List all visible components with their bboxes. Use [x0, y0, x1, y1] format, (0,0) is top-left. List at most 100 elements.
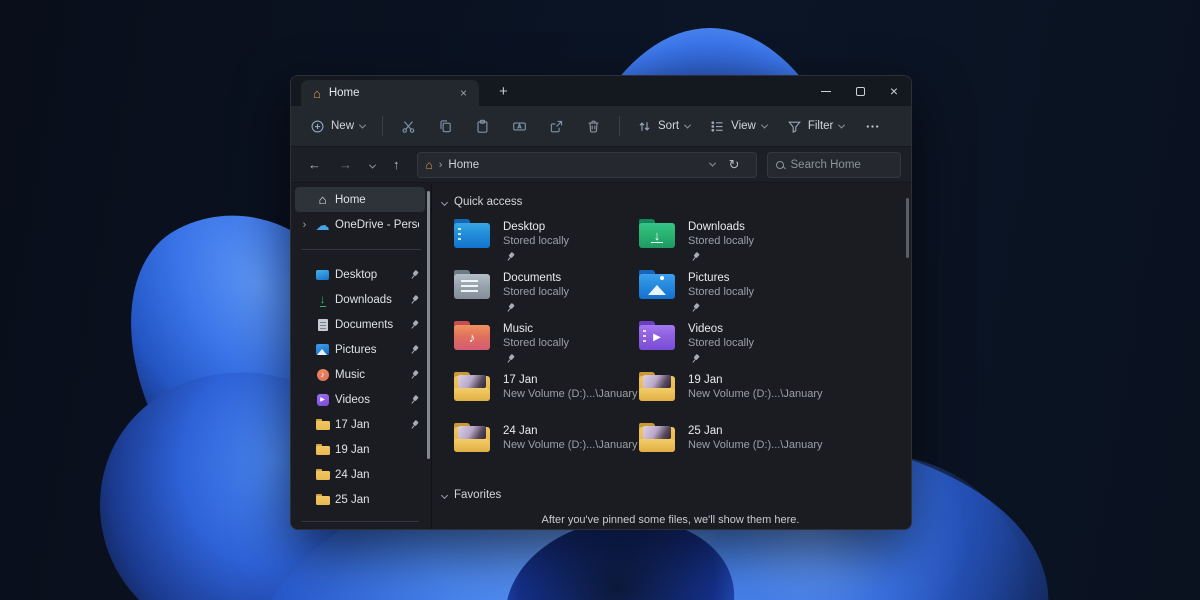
chevron-down-icon [440, 491, 449, 499]
section-quick-access[interactable]: Quick access [440, 193, 911, 211]
tab-home[interactable]: ⌂ Home × [301, 80, 479, 106]
search-icon [775, 160, 784, 169]
paste-icon[interactable] [465, 113, 500, 140]
sidebar-item-label: Downloads [335, 293, 392, 306]
new-button[interactable]: New [301, 113, 374, 140]
more-options-button[interactable] [855, 113, 890, 140]
pin-icon [688, 301, 702, 315]
documents-icon [314, 317, 331, 332]
tile-subtitle: Stored locally [503, 286, 570, 298]
chevron-down-icon [760, 121, 768, 129]
tile-title: Pictures [688, 272, 730, 284]
tile-music[interactable]: ♪ Music Stored locally [454, 321, 639, 365]
pin-icon [407, 342, 421, 356]
pin-icon [407, 267, 421, 281]
section-favorites[interactable]: Favorites [440, 486, 911, 504]
maximize-button[interactable] [843, 76, 877, 106]
view-button[interactable]: View [701, 113, 776, 140]
tile-text: 24 Jan New Volume (D:)...\January [503, 423, 638, 452]
sidebar-item-onedrive-personal[interactable]: › ☁ OneDrive - Personal [295, 212, 425, 237]
sort-button[interactable]: Sort [628, 113, 699, 140]
search-input[interactable] [790, 158, 892, 171]
music-folder-icon: ♪ [454, 321, 490, 350]
tile-17-jan[interactable]: 17 Jan New Volume (D:)...\January [454, 372, 639, 416]
sidebar-item-label: Home [335, 193, 366, 206]
sidebar-item-label: Documents [335, 318, 394, 331]
sidebar-item-label: OneDrive - Personal [335, 218, 419, 231]
tile-title: Videos [688, 323, 723, 335]
recent-locations-button[interactable] [363, 154, 382, 175]
address-bar: ← → ↑ ⌂ › Home ↻ [291, 146, 911, 183]
tile-downloads[interactable]: ↓ Downloads Stored locally [639, 219, 824, 263]
tile-title: Music [503, 323, 534, 335]
home-icon: ⌂ [425, 157, 433, 172]
tile-subtitle: New Volume (D:)...\January [688, 439, 823, 451]
tile-subtitle: Stored locally [503, 235, 570, 247]
tile-videos[interactable]: ▶ Videos Stored locally [639, 321, 824, 365]
tile-title: 25 Jan [688, 425, 723, 437]
pin-icon [407, 292, 421, 306]
videos-icon [314, 392, 331, 407]
tile-24-jan[interactable]: 24 Jan New Volume (D:)...\January [454, 423, 639, 467]
sidebar-item-19-jan[interactable]: 19 Jan [295, 437, 425, 462]
tab-bar: ⌂ Home × + × [291, 76, 911, 106]
command-bar: New Sort View Filter [291, 106, 911, 146]
downloads-icon: ↓ [319, 291, 326, 307]
tab-close-icon[interactable]: × [456, 86, 471, 100]
content-scrollbar[interactable] [906, 198, 909, 258]
folder-icon [314, 492, 331, 507]
breadcrumb-separator: › [438, 158, 443, 171]
chevron-down-icon [440, 198, 449, 206]
new-tab-button[interactable]: + [493, 81, 514, 102]
chevron-right-icon[interactable]: › [299, 219, 310, 231]
back-button[interactable]: ← [301, 154, 328, 175]
documents-folder-icon [454, 270, 490, 299]
sidebar-item-videos[interactable]: Videos [295, 387, 425, 412]
sort-button-label: Sort [658, 120, 680, 132]
share-icon[interactable] [539, 113, 574, 140]
explorer-content: ⌂ Home › ☁ OneDrive - Personal Desktop ↓ Downlo… [291, 183, 911, 529]
tile-pictures[interactable]: Pictures Stored locally [639, 270, 824, 314]
pictures-icon [314, 342, 331, 357]
sidebar-scrollbar[interactable] [427, 191, 430, 459]
minimize-button[interactable] [809, 76, 843, 106]
tile-text: Downloads Stored locally [688, 219, 754, 262]
sidebar-item-17-jan[interactable]: 17 Jan [295, 412, 425, 437]
tile-text: Documents Stored locally [503, 270, 569, 313]
tile-text: Videos Stored locally [688, 321, 754, 364]
sidebar-item-label: 24 Jan [335, 468, 370, 481]
address-dropdown-icon[interactable] [708, 159, 716, 167]
section-label: Quick access [454, 196, 523, 208]
sidebar-item-label: Music [335, 368, 366, 381]
cut-icon[interactable] [391, 113, 426, 140]
sidebar-item-documents[interactable]: Documents [295, 312, 425, 337]
tile-19-jan[interactable]: 19 Jan New Volume (D:)...\January [639, 372, 824, 416]
sidebar-item-pictures[interactable]: Pictures [295, 337, 425, 362]
forward-button[interactable]: → [332, 154, 359, 175]
filter-funnel-icon [787, 119, 802, 134]
filter-button[interactable]: Filter [778, 113, 854, 140]
up-button[interactable]: ↑ [386, 154, 407, 175]
tile-text: 25 Jan New Volume (D:)...\January [688, 423, 823, 452]
tile-text: Music Stored locally [503, 321, 569, 364]
delete-icon[interactable] [576, 113, 611, 140]
sidebar-item-24-jan[interactable]: 24 Jan [295, 462, 425, 487]
tile-title: Documents [503, 272, 562, 284]
rename-icon[interactable] [502, 113, 537, 140]
refresh-icon[interactable]: ↻ [721, 155, 748, 175]
copy-icon[interactable] [428, 113, 463, 140]
sidebar-item-downloads[interactable]: ↓ Downloads [295, 287, 425, 312]
close-button[interactable]: × [877, 76, 911, 106]
tile-25-jan[interactable]: 25 Jan New Volume (D:)...\January [639, 423, 824, 467]
sidebar-divider [301, 249, 421, 250]
filter-button-label: Filter [807, 120, 834, 132]
sidebar-item-music[interactable]: Music [295, 362, 425, 387]
sidebar-item-desktop[interactable]: Desktop [295, 262, 425, 287]
sidebar-item-home[interactable]: ⌂ Home [295, 187, 425, 212]
tile-desktop[interactable]: Desktop Stored locally [454, 219, 639, 263]
window-caption-buttons: × [809, 76, 911, 106]
sidebar-item-label: Pictures [335, 343, 377, 356]
breadcrumb[interactable]: ⌂ › Home ↻ [416, 151, 757, 178]
sidebar-item-25-jan[interactable]: 25 Jan [295, 487, 425, 512]
tile-documents[interactable]: Documents Stored locally [454, 270, 639, 314]
